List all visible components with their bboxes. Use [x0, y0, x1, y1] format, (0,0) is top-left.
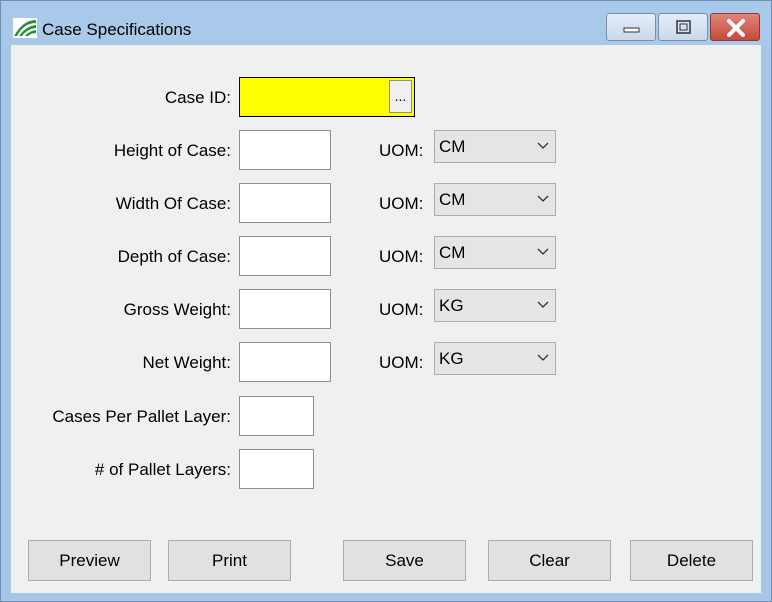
depth-uom-label: UOM: [379, 247, 424, 266]
width-of-case-label: Width Of Case: [115, 194, 231, 213]
width-of-case-input[interactable] [239, 183, 331, 223]
cases-per-pallet-layer-label: Cases Per Pallet Layer: [52, 407, 231, 426]
height-of-case-input[interactable] [239, 130, 331, 170]
minimize-icon [623, 27, 640, 33]
net-weight-uom-label: UOM: [379, 353, 424, 372]
net-weight-uom-value: KG [439, 349, 464, 368]
preview-button[interactable]: Preview [28, 540, 151, 581]
cases-per-pallet-layer-input[interactable] [239, 396, 314, 436]
gross-weight-uom-value: KG [439, 296, 464, 315]
height-uom-label: UOM: [379, 141, 424, 160]
case-id-browse-button[interactable]: ... [389, 80, 412, 113]
close-button[interactable] [710, 13, 760, 41]
height-of-case-label: Height of Case: [113, 141, 231, 160]
maximize-icon [676, 20, 691, 34]
width-uom-select[interactable]: CM [434, 183, 556, 216]
net-weight-input[interactable] [239, 342, 331, 382]
close-icon [727, 19, 745, 37]
width-uom-label: UOM: [379, 194, 424, 213]
chevron-down-icon [537, 195, 549, 202]
gross-weight-input[interactable] [239, 289, 331, 329]
gross-weight-uom-select[interactable]: KG [434, 289, 556, 322]
pallet-layers-input[interactable] [239, 449, 314, 489]
title-bar[interactable]: Case Specifications [1, 1, 771, 45]
net-weight-label: Net Weight: [142, 353, 231, 372]
pallet-layers-label: # of Pallet Layers: [94, 460, 231, 479]
maximize-button[interactable] [658, 13, 708, 41]
delete-button[interactable]: Delete [630, 540, 753, 581]
case-specifications-window: Case Specifications Case ID: ... Height … [0, 0, 772, 602]
app-logo-icon [13, 18, 37, 38]
depth-of-case-input[interactable] [239, 236, 331, 276]
case-id-label: Case ID: [164, 88, 231, 107]
save-button[interactable]: Save [343, 540, 466, 581]
width-uom-value: CM [439, 190, 466, 209]
chevron-down-icon [537, 142, 549, 149]
height-uom-value: CM [439, 137, 466, 156]
window-title: Case Specifications [42, 20, 192, 39]
gross-weight-uom-label: UOM: [379, 300, 424, 319]
chevron-down-icon [537, 301, 549, 308]
clear-button[interactable]: Clear [488, 540, 611, 581]
print-button[interactable]: Print [168, 540, 291, 581]
depth-uom-select[interactable]: CM [434, 236, 556, 269]
chevron-down-icon [537, 354, 549, 361]
form-area: Case ID: ... Height of Case: UOM: CM Wid… [11, 45, 761, 593]
net-weight-uom-select[interactable]: KG [434, 342, 556, 375]
chevron-down-icon [537, 248, 549, 255]
depth-of-case-label: Depth of Case: [117, 247, 231, 266]
gross-weight-label: Gross Weight: [123, 300, 231, 319]
minimize-button[interactable] [606, 13, 656, 41]
height-uom-select[interactable]: CM [434, 130, 556, 163]
depth-uom-value: CM [439, 243, 466, 262]
